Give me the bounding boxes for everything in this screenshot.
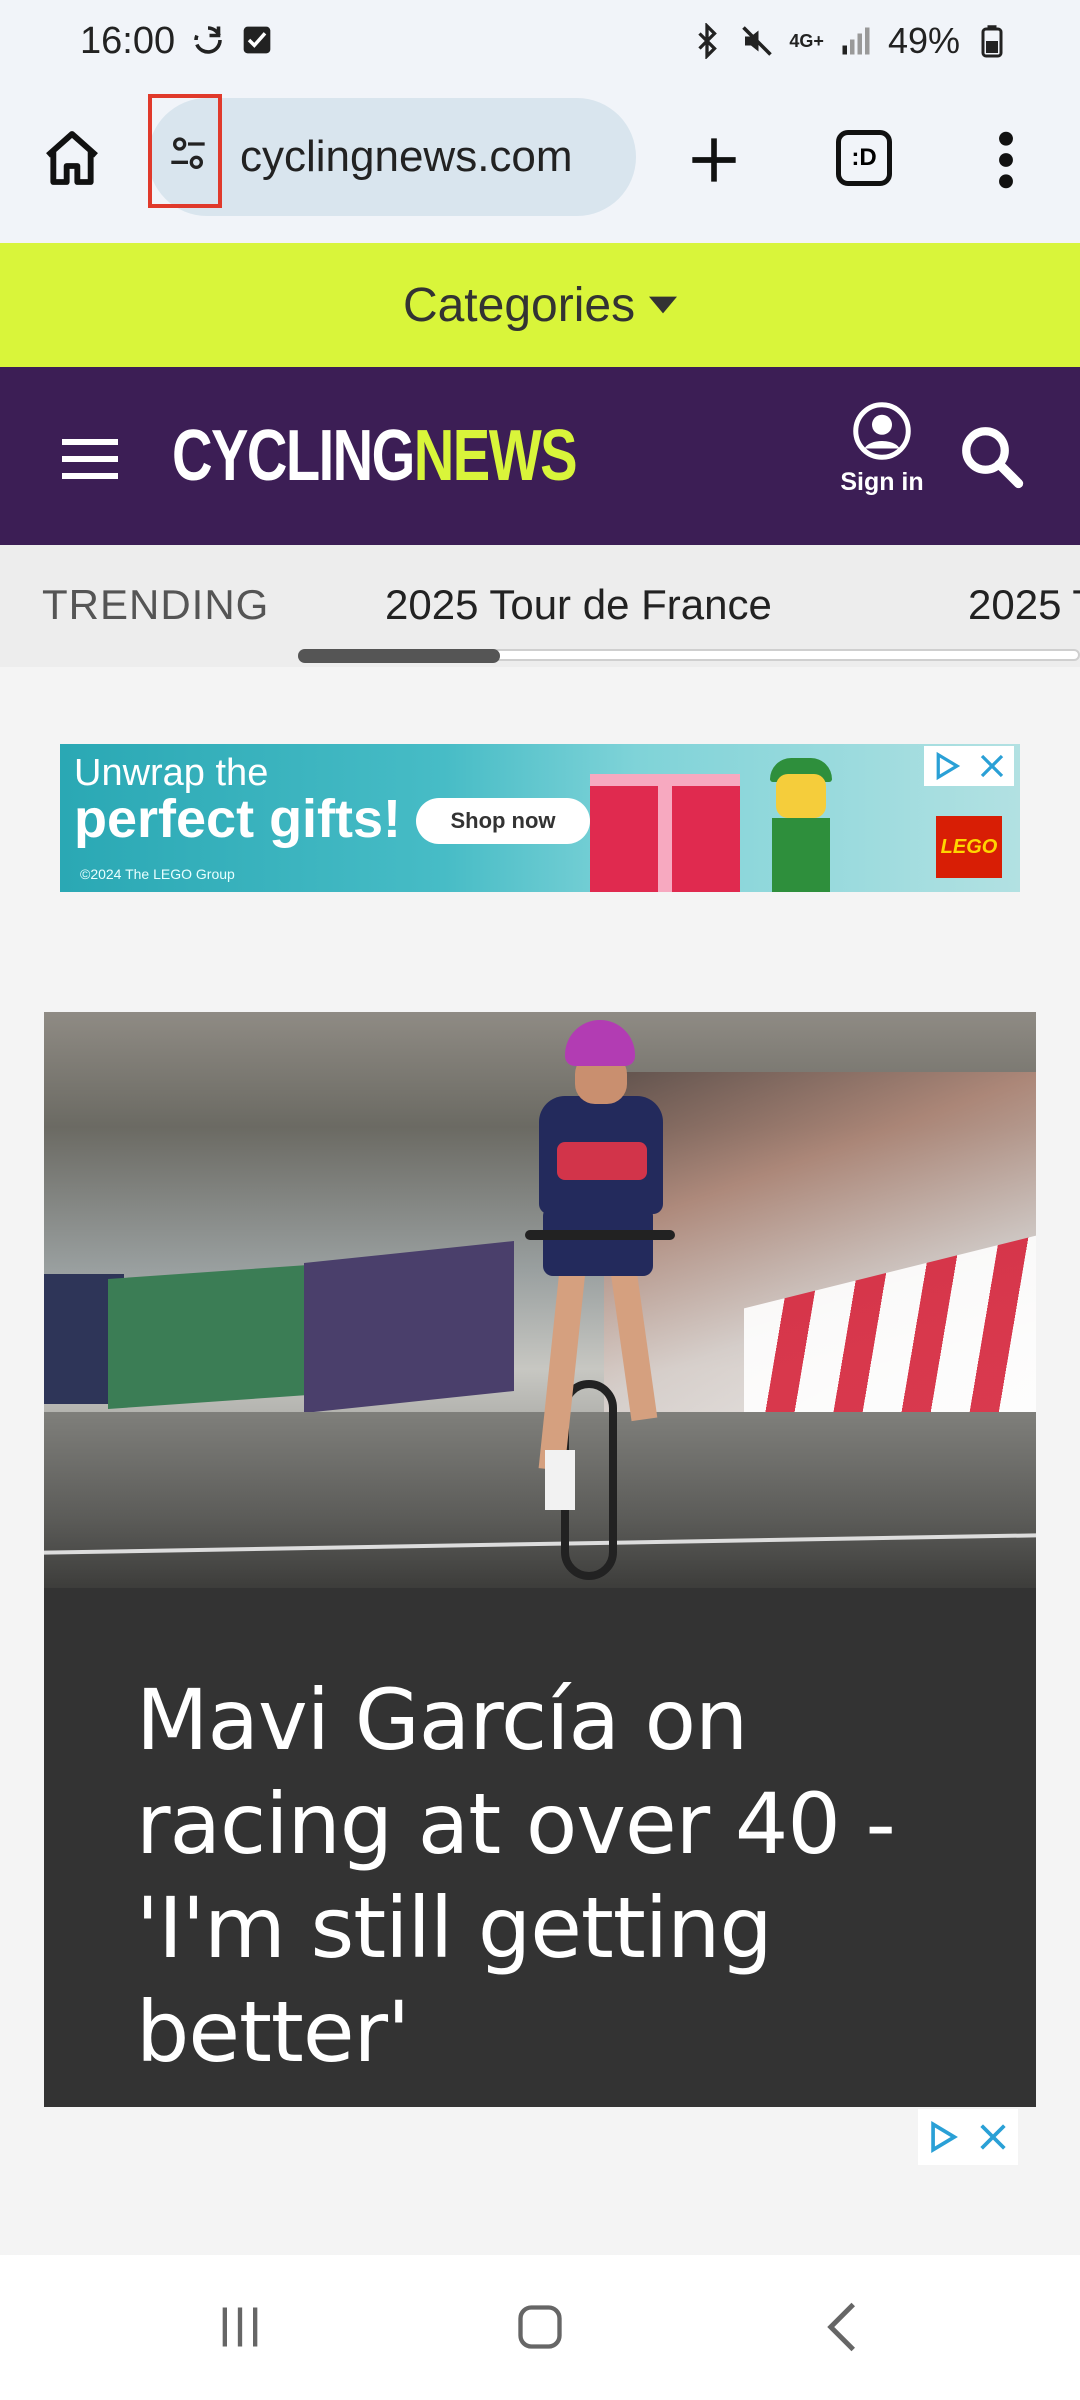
ad-banner[interactable]: Unwrap the perfect gifts! Shop now ©2024… [60,744,1020,892]
bottom-ad-slot [0,2107,1080,2255]
system-nav-bar [0,2255,1080,2400]
caret-down-icon [649,296,678,314]
shop-now-button[interactable]: Shop now [416,798,590,844]
bluetooth-icon [698,23,718,59]
menu-icon[interactable] [62,439,118,479]
tune-icon [171,137,205,169]
ad-choices[interactable] [918,2109,1018,2165]
account-icon [853,402,911,460]
trending-item[interactable]: 2025 T [968,581,1080,629]
url-text[interactable]: cyclingnews.com [240,132,573,182]
mute-icon [742,26,773,56]
categories-dropdown[interactable]: Categories [0,243,1080,367]
close-icon[interactable] [977,751,1007,781]
address-bar[interactable]: cyclingnews.com [148,94,636,216]
signal-icon [842,27,870,55]
trending-label: TRENDING [42,581,270,628]
trending-bar: TRENDING 2025 Tour de France 2025 T [0,545,1080,667]
sign-in-label: Sign in [840,468,924,496]
site-settings-button[interactable] [148,94,222,208]
categories-label: Categories [402,278,636,332]
trending-item[interactable]: 2025 Tour de France [385,581,772,629]
close-icon[interactable] [976,2120,1010,2154]
tab-switcher-button[interactable]: :D [836,130,892,186]
site-header: CYCLINGNEWS Sign in [0,367,1080,545]
site-logo[interactable]: CYCLINGNEWS [172,415,578,497]
article-card[interactable]: Mavi García on racing at over 40 - 'I'm … [44,1012,1036,2107]
browser-toolbar: cyclingnews.com :D [0,90,1080,240]
status-right-group: 4G+ 49% [689,20,1010,62]
ad-copyright: ©2024 The LEGO Group [80,866,235,882]
sync-icon [194,26,222,54]
lego-logo: LEGO [936,816,1002,878]
status-bar: 16:00 4G+ 49% [0,0,1080,90]
network-4g-icon: 4G+ [789,31,824,51]
plus-icon[interactable] [688,134,740,186]
article-image[interactable] [44,1012,1036,1588]
more-vert-icon[interactable] [986,128,1026,192]
home-nav-icon[interactable] [514,2301,566,2353]
checkbox-icon [243,26,271,54]
recents-icon[interactable] [214,2299,266,2355]
status-time: 16:00 [80,20,176,62]
ad-headline-2: perfect gifts! [74,789,402,849]
gift-box-image [590,774,740,892]
search-icon[interactable] [958,423,1024,489]
home-icon[interactable] [40,126,104,190]
adchoices-icon[interactable] [932,751,962,781]
ad-choices[interactable] [924,746,1014,786]
battery-percent: 49% [887,20,960,61]
battery-icon [981,25,1003,58]
back-icon[interactable] [824,2299,860,2355]
sign-in-button[interactable]: Sign in [838,401,926,497]
minifigure-image [766,758,836,892]
rider-figure [499,1020,679,1580]
adchoices-icon[interactable] [926,2120,960,2154]
article-title[interactable]: Mavi García on racing at over 40 - 'I'm … [136,1668,956,2084]
trending-scroll-thumb[interactable] [298,649,500,663]
